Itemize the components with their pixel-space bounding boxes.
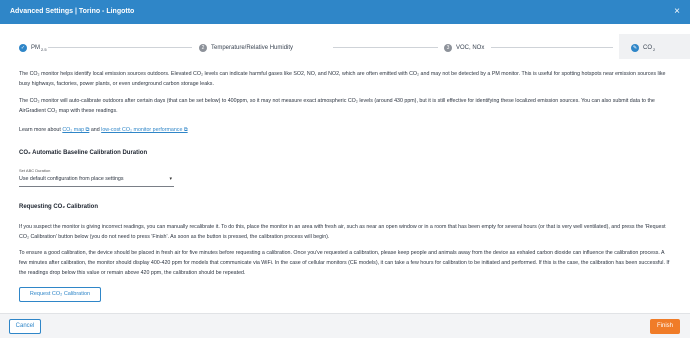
dialog-title: Advanced Settings | Torino - Lingotto: [10, 8, 135, 15]
step-co2[interactable]: ✎ CO 2: [631, 42, 655, 53]
step-connector: [491, 47, 613, 48]
step-connector: [333, 47, 438, 48]
intro-paragraph-1: The CO₂ monitor helps identify local emi…: [19, 71, 666, 87]
request-co2-calibration-button[interactable]: Request CO₂ Calibration: [19, 287, 101, 302]
dialog-titlebar: Advanced Settings | Torino - Lingotto ×: [0, 0, 690, 24]
step-label: Temperature/Relative Humidity: [211, 44, 294, 51]
step-temperature-humidity[interactable]: 2 Temperature/Relative Humidity: [199, 42, 293, 53]
requesting-paragraph-1: If you suspect the monitor is giving inc…: [19, 224, 666, 240]
close-icon[interactable]: ×: [670, 5, 684, 19]
abc-duration-value: Use default configuration from place set…: [19, 176, 124, 182]
learn-more-and: and: [90, 127, 100, 133]
co2-performance-link[interactable]: low-cost CO₂ monitor performance ⧉: [101, 127, 188, 133]
abc-duration-select[interactable]: Set ABC Duration Use default configurati…: [19, 168, 174, 187]
step-pm25[interactable]: ✓ PM 2.5: [19, 42, 47, 53]
step-label-subscript: 2: [653, 47, 656, 52]
select-underline: [19, 186, 174, 187]
step-label: CO: [643, 44, 652, 51]
cancel-button[interactable]: Cancel: [9, 319, 41, 334]
abc-duration-label: Set ABC Duration: [19, 168, 51, 173]
step-voc-nox[interactable]: 3 VOC, NOx: [444, 42, 484, 53]
pencil-icon: ✎: [631, 43, 639, 52]
chevron-down-icon: ▾: [169, 176, 172, 182]
step-label-subscript: 2.5: [41, 47, 47, 52]
check-icon: ✓: [19, 43, 27, 52]
step-connector: [48, 47, 192, 48]
learn-more-prefix: Learn more about: [19, 127, 61, 133]
step-label: VOC, NOx: [456, 44, 485, 51]
step-number-2: 2: [199, 43, 207, 52]
step-number-3: 3: [444, 43, 452, 52]
requesting-calibration-heading: Requesting CO₂ Calibration: [19, 204, 99, 210]
dialog-footer: Cancel Finish: [0, 313, 690, 338]
learn-more-line: Learn more about CO₂ map ⧉ and low-cost …: [19, 125, 671, 135]
intro-paragraph-2: The CO₂ monitor will auto-calibrate outd…: [19, 98, 655, 114]
step-label: PM: [31, 44, 40, 51]
co2-map-link[interactable]: CO₂ map ⧉: [62, 127, 89, 133]
stepper: ✓ PM 2.5 2 Temperature/Relative Humidity …: [0, 34, 690, 59]
abc-heading: CO₂ Automatic Baseline Calibration Durat…: [19, 150, 148, 156]
requesting-paragraph-2: To ensure a good calibration, the device…: [19, 250, 670, 276]
finish-button[interactable]: Finish: [650, 319, 680, 334]
